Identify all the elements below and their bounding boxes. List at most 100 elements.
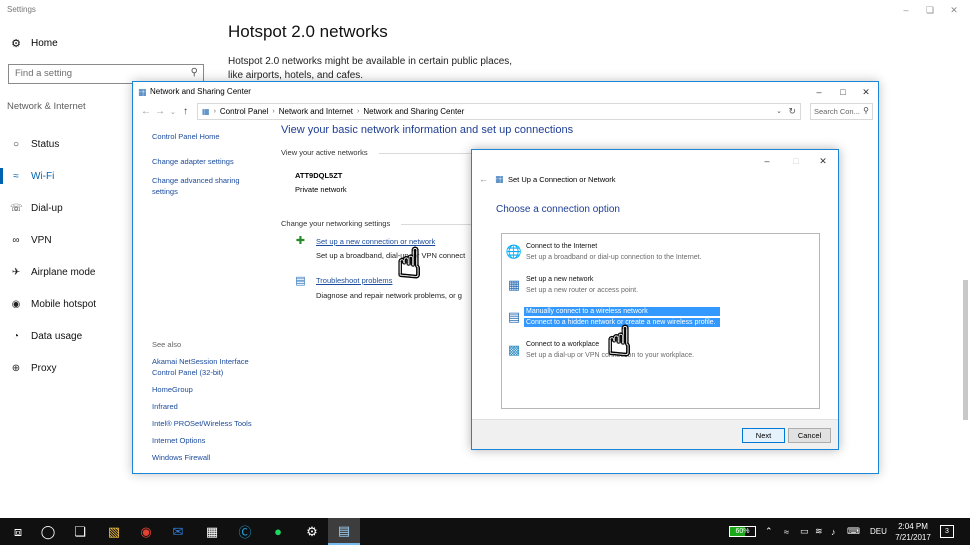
battery-indicator[interactable]: 60% xyxy=(729,526,756,537)
side-links: Control Panel Home Change adapter settin… xyxy=(152,131,262,205)
breadcrumb-item[interactable]: Network and Sharing Center xyxy=(363,107,464,116)
option-new-network[interactable]: ▦ Set up a new network Set up a new rout… xyxy=(502,272,819,298)
nav-item-label: Status xyxy=(31,138,60,150)
next-button[interactable]: Next xyxy=(742,428,785,443)
see-also-link[interactable]: Windows Firewall xyxy=(152,452,272,463)
dialog-heading: Choose a connection option xyxy=(496,204,620,215)
search-icon[interactable]: ⚲ xyxy=(191,67,198,78)
chevron-down-icon[interactable]: ⌄ xyxy=(776,107,782,115)
scrollbar[interactable] xyxy=(963,280,968,420)
breadcrumb-item[interactable]: Control Panel xyxy=(220,107,268,116)
divider xyxy=(401,224,481,225)
taskbar-control-panel[interactable]: ▤ xyxy=(328,518,360,545)
control-panel-home-link[interactable]: Control Panel Home xyxy=(152,131,262,142)
option-title: Connect to a workplace xyxy=(526,341,600,348)
change-advanced-sharing-link[interactable]: Change advanced sharing settings xyxy=(152,175,262,197)
task-view-button[interactable]: ❏ xyxy=(64,518,96,545)
option-description: Set up a new router or access point. xyxy=(526,287,639,294)
task-description: Diagnose and repair network problems, or… xyxy=(316,291,462,300)
search-placeholder: Search Con... xyxy=(814,107,860,116)
option-connect-internet[interactable]: 🌐 Connect to the Internet Set up a broad… xyxy=(502,239,819,265)
nav-item-label: Data usage xyxy=(31,330,83,342)
app-title: Settings xyxy=(7,5,36,14)
network-tray-icon[interactable]: ≈ xyxy=(784,518,789,545)
address-bar[interactable]: ▦ › Control Panel › Network and Internet… xyxy=(197,103,801,120)
minimize-icon[interactable]: – xyxy=(755,153,779,169)
option-workplace[interactable]: ▩ Connect to a workplace Set up a dial-u… xyxy=(502,337,819,363)
volume-icon[interactable]: ♪ xyxy=(831,518,836,545)
clock-date: 7/21/2017 xyxy=(895,533,931,542)
nav-item-label: VPN xyxy=(31,234,52,246)
maximize-icon[interactable]: □ xyxy=(831,84,855,100)
minimize-icon[interactable]: – xyxy=(807,84,831,100)
option-manual-wireless[interactable]: ▤ Manually connect to a wireless network… xyxy=(502,304,819,330)
battery-tray-icon[interactable]: ▭ xyxy=(800,518,809,545)
troubleshoot-problems-link[interactable]: Troubleshoot problems xyxy=(316,276,392,285)
cortana-button[interactable]: ◯ xyxy=(32,518,64,545)
maximize-icon[interactable]: ❏ xyxy=(918,2,942,18)
chevron-up-icon[interactable]: ⌃ xyxy=(765,518,773,545)
cancel-button[interactable]: Cancel xyxy=(788,428,831,443)
control-panel-icon: ▤ xyxy=(337,522,351,538)
see-also-link[interactable]: Akamai NetSession Interface Control Pane… xyxy=(152,356,272,378)
new-connection-icon: ✚ xyxy=(295,235,306,247)
nav-home[interactable]: ⚙ Home xyxy=(10,34,58,52)
divider xyxy=(379,153,479,154)
back-arrow-icon[interactable]: ← xyxy=(141,106,151,117)
nav-item-label: Airplane mode xyxy=(31,266,96,278)
network-type: Private network xyxy=(295,185,347,194)
network-name: ATT9DQL5ZT xyxy=(295,171,343,180)
start-button[interactable]: ⧈ xyxy=(2,518,34,545)
forward-arrow-icon[interactable]: → xyxy=(155,106,165,117)
taskbar-file-explorer[interactable]: ▧ xyxy=(98,518,130,545)
option-title: Connect to the Internet xyxy=(526,243,598,250)
taskbar: ⧈ ◯ ❏ ▧ ◉ ✉ ▦ Ⓒ ● ⚙ ▤ 60% ⌃ ≈ ▭ ≋ ♪ ⌨ DE… xyxy=(0,518,970,545)
taskbar-outlook[interactable]: ✉ xyxy=(162,518,194,545)
page-description: Hotspot 2.0 networks might be available … xyxy=(228,56,513,81)
control-panel-search-input[interactable]: Search Con... ⚲ xyxy=(810,103,873,120)
keyboard-icon[interactable]: ⌨ xyxy=(847,518,860,545)
see-also-link[interactable]: HomeGroup xyxy=(152,384,272,395)
network-setup-icon: ▦ xyxy=(495,174,504,184)
notification-count: 3 xyxy=(945,528,949,535)
breadcrumb-item[interactable]: Network and Internet xyxy=(279,107,353,116)
nav-item-label: Wi-Fi xyxy=(31,170,55,182)
taskbar-skype[interactable]: Ⓒ xyxy=(229,518,261,545)
hand-cursor-icon: ☝ xyxy=(607,320,632,364)
close-icon[interactable]: ✕ xyxy=(854,84,878,100)
taskbar-chrome[interactable]: ◉ xyxy=(130,518,162,545)
network-icon: ▦ xyxy=(138,87,147,97)
see-also-link[interactable]: Intel® PROSet/Wireless Tools xyxy=(152,418,272,429)
up-arrow-icon[interactable]: ↑ xyxy=(183,106,188,117)
chevron-right-icon: › xyxy=(357,108,360,115)
taskbar-spotify[interactable]: ● xyxy=(262,518,294,545)
minimize-icon[interactable]: – xyxy=(894,2,918,18)
nav-item-label: Proxy xyxy=(31,362,57,374)
folder-icon: ▧ xyxy=(107,523,121,539)
close-icon[interactable]: ✕ xyxy=(811,153,835,169)
close-icon[interactable]: ✕ xyxy=(942,2,966,18)
notification-center-button[interactable]: 3 xyxy=(940,525,954,538)
taskbar-settings[interactable]: ⚙ xyxy=(296,518,328,545)
search-icon[interactable]: ⚲ xyxy=(863,106,869,115)
hand-cursor-icon: ☝ xyxy=(397,242,422,286)
taskbar-calculator[interactable]: ▦ xyxy=(196,518,228,545)
refresh-icon[interactable]: ↻ xyxy=(788,106,796,117)
globe-icon: 🌐 xyxy=(505,244,523,259)
active-networks-label: View your active networks xyxy=(281,148,368,157)
change-adapter-settings-link[interactable]: Change adapter settings xyxy=(152,156,262,167)
wifi-tray-icon[interactable]: ≋ xyxy=(815,518,823,545)
option-title: Manually connect to a wireless network xyxy=(524,307,720,316)
back-arrow-icon[interactable]: ← xyxy=(479,174,488,184)
task-description: Set up a broadband, dial-up, or VPN conn… xyxy=(316,251,466,260)
nav-home-label: Home xyxy=(31,37,58,49)
recent-dropdown-icon[interactable]: ⌄ xyxy=(170,108,176,116)
connection-option-list: 🌐 Connect to the Internet Set up a broad… xyxy=(501,233,820,409)
see-also-label: See also xyxy=(152,340,182,349)
see-also-link[interactable]: Infrared xyxy=(152,401,272,412)
clock[interactable]: 2:04 PM 7/21/2017 xyxy=(891,521,935,543)
language-indicator[interactable]: DEU xyxy=(870,518,887,545)
change-settings-label: Change your networking settings xyxy=(281,219,391,228)
see-also-link[interactable]: Internet Options xyxy=(152,435,272,446)
search-placeholder: Find a setting xyxy=(15,68,73,79)
